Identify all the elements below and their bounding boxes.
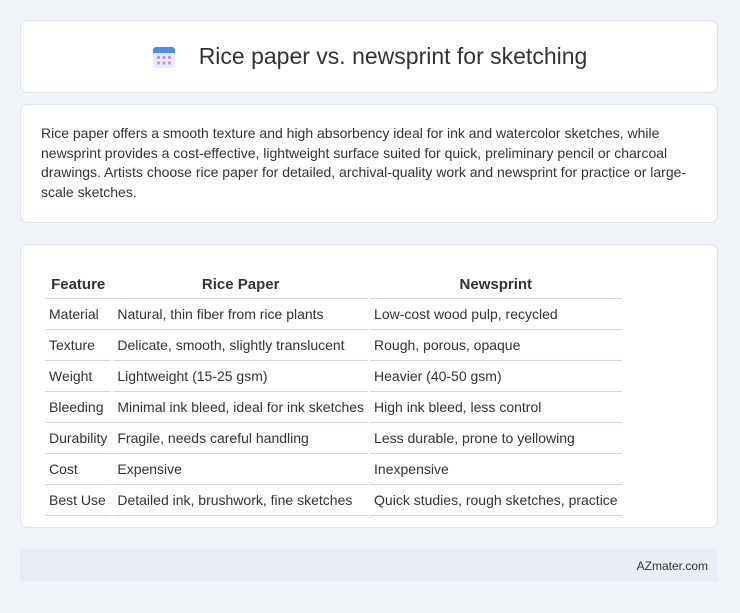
header-feature: Feature bbox=[45, 263, 112, 299]
feature-cell: Material bbox=[45, 299, 112, 330]
comparison-table: Feature Rice Paper Newsprint Material Na… bbox=[43, 263, 624, 516]
table-row: Bleeding Minimal ink bleed, ideal for in… bbox=[45, 392, 622, 423]
feature-cell: Durability bbox=[45, 423, 112, 454]
calendar-icon bbox=[152, 46, 175, 68]
feature-cell: Cost bbox=[45, 454, 112, 485]
rice-paper-cell: Detailed ink, brushwork, fine sketches bbox=[113, 485, 369, 516]
newsprint-cell: Inexpensive bbox=[370, 454, 622, 485]
table-row: Best Use Detailed ink, brushwork, fine s… bbox=[45, 485, 622, 516]
rice-paper-cell: Expensive bbox=[113, 454, 369, 485]
table-header-row: Feature Rice Paper Newsprint bbox=[45, 263, 622, 299]
newsprint-cell: Low-cost wood pulp, recycled bbox=[370, 299, 622, 330]
footer-brand: AZmater.com bbox=[636, 558, 708, 573]
feature-cell: Texture bbox=[45, 330, 112, 361]
table-row: Cost Expensive Inexpensive bbox=[45, 454, 622, 485]
rice-paper-cell: Minimal ink bleed, ideal for ink sketche… bbox=[113, 392, 369, 423]
header-rice-paper: Rice Paper bbox=[113, 263, 369, 299]
rice-paper-cell: Lightweight (15-25 gsm) bbox=[113, 361, 369, 392]
title-card: Rice paper vs. newsprint for sketching bbox=[20, 20, 718, 93]
table-row: Durability Fragile, needs careful handli… bbox=[45, 423, 622, 454]
summary-text: Rice paper offers a smooth texture and h… bbox=[41, 125, 687, 200]
page-title: Rice paper vs. newsprint for sketching bbox=[198, 43, 588, 69]
feature-cell: Weight bbox=[45, 361, 112, 392]
table-row: Weight Lightweight (15-25 gsm) Heavier (… bbox=[45, 361, 622, 392]
rice-paper-cell: Natural, thin fiber from rice plants bbox=[113, 299, 369, 330]
newsprint-cell: Less durable, prone to yellowing bbox=[370, 423, 622, 454]
footer: AZmater.com bbox=[20, 549, 718, 582]
table-row: Texture Delicate, smooth, slightly trans… bbox=[45, 330, 622, 361]
newsprint-cell: Rough, porous, opaque bbox=[370, 330, 622, 361]
newsprint-cell: Quick studies, rough sketches, practice bbox=[370, 485, 622, 516]
rice-paper-cell: Fragile, needs careful handling bbox=[113, 423, 369, 454]
header-newsprint: Newsprint bbox=[370, 263, 622, 299]
newsprint-cell: Heavier (40-50 gsm) bbox=[370, 361, 622, 392]
summary-card: Rice paper offers a smooth texture and h… bbox=[20, 104, 718, 223]
feature-cell: Best Use bbox=[45, 485, 112, 516]
table-card: Feature Rice Paper Newsprint Material Na… bbox=[20, 244, 718, 528]
rice-paper-cell: Delicate, smooth, slightly translucent bbox=[113, 330, 369, 361]
newsprint-cell: High ink bleed, less control bbox=[370, 392, 622, 423]
table-row: Material Natural, thin fiber from rice p… bbox=[45, 299, 622, 330]
feature-cell: Bleeding bbox=[45, 392, 112, 423]
title-wrap: Rice paper vs. newsprint for sketching bbox=[151, 43, 588, 70]
